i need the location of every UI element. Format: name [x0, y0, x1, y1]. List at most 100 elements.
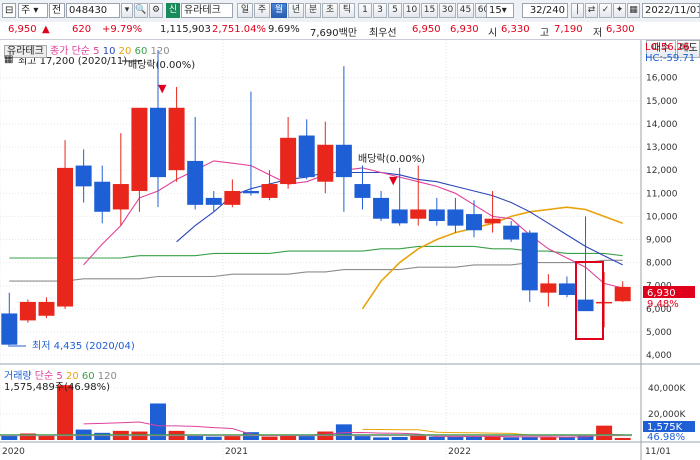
turnover-rate: 9.69%	[268, 24, 300, 35]
candle-body	[317, 144, 334, 182]
open-label: 시	[488, 28, 498, 39]
candle-body	[242, 190, 259, 194]
hc-value: HC:-59.71	[645, 53, 696, 64]
volume-bar	[187, 435, 204, 440]
code-dropdown-icon[interactable]: ▾	[121, 3, 133, 18]
search-icon[interactable]: 🔍	[134, 3, 148, 18]
interval-button-10[interactable]: 10	[403, 3, 420, 18]
date-label: 2022	[448, 447, 471, 457]
price-axis: 16,000 15,000 14,000 13,000 12,000 11,000 10,0…	[646, 74, 678, 361]
crosshair-icon[interactable]: ✓	[599, 3, 612, 18]
period-button-6[interactable]: 틱	[339, 3, 355, 18]
period-button-3[interactable]: 년	[288, 3, 304, 18]
volume-tick-label: 20,000K	[648, 410, 686, 420]
price-tick-label: 8,000	[646, 259, 672, 269]
trade-volume: 1,115,903	[160, 24, 211, 35]
new-listing-badge: 신	[166, 3, 180, 18]
volume-bar	[558, 437, 575, 440]
interval-button-5[interactable]: 5	[388, 3, 402, 18]
zoom-in-icon[interactable]: │	[571, 3, 584, 18]
price-change-pct: +9.79%	[102, 24, 143, 35]
stock-code-input[interactable]: 048430	[66, 3, 120, 18]
price-tick-label: 15,000	[646, 97, 678, 107]
period-button-5[interactable]: 초	[322, 3, 338, 18]
grid-icon[interactable]: ▦	[4, 54, 13, 65]
market-select[interactable]: 주 ▾	[18, 3, 48, 18]
interval-button-30[interactable]: 30	[439, 3, 456, 18]
volume-bar	[261, 436, 278, 440]
candle-body	[94, 181, 111, 212]
volume-bar	[354, 436, 371, 440]
volume-bar	[391, 437, 408, 440]
candle-body	[261, 184, 278, 198]
volume-bar	[38, 435, 55, 440]
candle-body	[280, 137, 297, 185]
best-ask: 6,950	[412, 24, 441, 35]
open-price: 6,330	[501, 24, 530, 35]
dividend-label-1: 배당락(0.00%)	[128, 59, 195, 71]
volume-bar	[205, 436, 222, 440]
calendar-icon[interactable]: ▦	[627, 3, 640, 18]
volume-bar	[614, 437, 631, 440]
price-tick-label: 4,000	[646, 351, 672, 361]
volume-bar	[57, 385, 74, 440]
volume-current-pct-text: 46.98%	[647, 432, 685, 443]
current-pct-tag-text: 9.48%	[647, 299, 679, 310]
price-tick-label: 11,000	[646, 189, 678, 199]
price-tick-label: 12,000	[646, 166, 678, 176]
period-button-1[interactable]: 주	[254, 3, 270, 18]
interval-value-select[interactable]: 15▾	[486, 3, 514, 18]
price-info-bar: 6,950 ▲ 620 +9.79% 1,115,903 2,751.04% 9…	[0, 22, 700, 40]
chart-sync-icon[interactable]: ⇄	[585, 3, 598, 18]
high-price: 7,190	[554, 24, 583, 35]
volume-bar	[94, 432, 111, 440]
candle-body	[19, 301, 36, 321]
volume-bar	[503, 437, 520, 440]
period-button-0[interactable]: 일	[237, 3, 253, 18]
trade-amount: 7,690백만	[310, 28, 358, 39]
candle-body	[205, 197, 222, 205]
candle-body	[131, 107, 148, 191]
interval-button-15[interactable]: 15	[421, 3, 438, 18]
date-label: 2020	[2, 447, 25, 457]
price-tick-label: 5,000	[646, 328, 672, 338]
interval-button-3[interactable]: 3	[373, 3, 387, 18]
candle-body	[187, 160, 204, 205]
dividend-arrow-icon-1: ▼	[158, 82, 167, 95]
candle-body	[38, 301, 55, 316]
candle-body	[57, 167, 74, 307]
type-select[interactable]: 전	[49, 3, 65, 18]
candle-body	[298, 135, 315, 178]
period-button-4[interactable]: 분	[305, 3, 321, 18]
ma60-legend: 60	[134, 46, 148, 57]
ma20-legend: 20	[118, 46, 132, 57]
volume-bar	[466, 436, 482, 440]
period-button-2[interactable]: 월	[271, 3, 287, 18]
lc-value: LC:56.26	[645, 42, 690, 53]
interval-button-45[interactable]: 45	[457, 3, 474, 18]
price-chart[interactable]: 16,000 15,000 14,000 13,000 12,000 11,000 10,0…	[0, 40, 700, 460]
price-change: 620	[72, 24, 92, 35]
settings-icon[interactable]: ⚙	[149, 3, 163, 18]
price-tick-label: 14,000	[646, 120, 678, 130]
candle-body	[503, 225, 520, 240]
candle-body	[540, 283, 557, 293]
ma5-legend: 5	[93, 46, 100, 57]
volume-bar	[521, 437, 538, 440]
candle-body	[614, 286, 631, 302]
pan-icon[interactable]: ✦	[613, 3, 626, 18]
interval-value: 15	[489, 5, 502, 16]
lock-icon[interactable]: ⊟	[2, 3, 16, 18]
volume-bar	[540, 437, 557, 440]
low-price: 6,300	[606, 24, 635, 35]
volume-bar	[373, 437, 390, 440]
volume-bar	[596, 425, 613, 440]
interval-button-1[interactable]: 1	[358, 3, 372, 18]
best-quote-label: 최우선	[369, 28, 397, 39]
volume-bar	[1, 435, 18, 440]
candle-body	[354, 184, 371, 198]
page-counter-input[interactable]: 32/240	[522, 3, 568, 18]
candle-body	[577, 299, 594, 312]
date-input[interactable]: 2022/11/01	[642, 3, 700, 18]
stock-name-field: 유라테크	[181, 3, 233, 18]
